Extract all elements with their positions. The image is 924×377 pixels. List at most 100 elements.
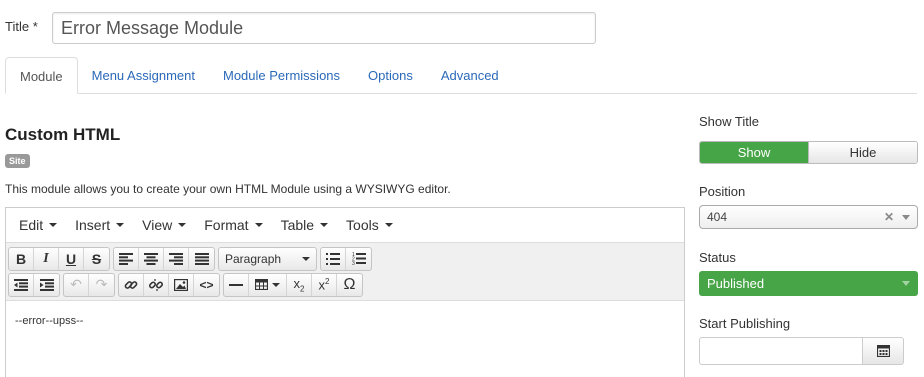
table-button[interactable] [249,273,287,296]
status-select[interactable]: Published [699,271,918,296]
editor-menubar: Edit Insert View Format Table Tools [6,208,684,243]
align-left-icon [119,252,133,265]
chevron-down-icon [384,223,393,227]
svg-text:3: 3 [352,261,355,265]
chevron-down-icon [320,223,329,227]
toolbar-row-1: B I U S Paragraph 1 2 3 [8,246,682,271]
undo-button[interactable]: ↶ [64,273,89,296]
strikethrough-icon: S [91,250,102,267]
strikethrough-button[interactable]: S [84,248,109,270]
chevron-down-icon [49,223,58,227]
unlink-button[interactable] [144,273,169,296]
tab-module[interactable]: Module [5,57,78,94]
code-icon: <> [199,277,214,292]
source-code-button[interactable]: <> [194,274,219,296]
status-value: Published [707,276,765,291]
redo-button[interactable]: ↷ [89,274,114,296]
special-character-button[interactable]: Ω [337,274,362,296]
insert-image-button[interactable] [169,273,194,296]
list-group: 123 [320,246,372,271]
tab-bar: Module Menu Assignment Module Permission… [5,57,917,94]
position-label: Position [699,184,746,199]
menu-edit[interactable]: Edit [10,217,66,233]
position-select[interactable]: 404 ✕ [699,205,918,229]
menu-view-label: View [142,217,173,233]
title-input[interactable] [52,12,596,44]
menu-table-label: Table [280,217,315,233]
align-center-icon [144,252,158,265]
undo-icon: ↶ [70,276,82,292]
title-row: Title * [5,12,596,44]
bold-icon: B [15,250,27,267]
chevron-down-icon [902,281,910,286]
redo-icon: ↷ [95,276,108,292]
align-justify-button[interactable] [189,248,214,270]
format-select[interactable]: Paragraph [218,246,317,271]
align-right-button[interactable] [164,247,189,270]
align-center-button[interactable] [139,247,164,270]
tab-menu-assignment[interactable]: Menu Assignment [78,57,209,94]
align-left-button[interactable] [114,247,139,270]
indent-icon [39,278,54,291]
horizontal-rule-icon [229,283,243,286]
numbered-list-button[interactable]: 123 [346,248,371,270]
module-heading: Custom HTML [5,125,121,144]
show-title-show-button[interactable]: Show [700,142,808,163]
format-select-inner: Paragraph [219,248,316,270]
align-justify-icon [194,252,209,265]
horizontal-rule-button[interactable] [224,273,249,296]
table-group: x2 x2 Ω [223,272,363,297]
text-style-group: B I U S [8,246,110,271]
calendar-icon [876,345,890,357]
underline-icon: U [65,250,77,267]
insert-link-button[interactable] [119,273,144,296]
chevron-down-icon [178,223,187,227]
start-publishing-label: Start Publishing [699,316,791,331]
insert-group: <> [118,272,220,297]
chevron-down-icon [302,256,310,261]
position-select-icons: ✕ [884,210,910,224]
show-title-toggle: Show Hide [699,141,918,164]
outdent-button[interactable] [9,273,34,296]
menu-insert-label: Insert [75,217,111,233]
position-value: 404 [707,210,728,224]
chevron-down-icon [254,223,263,227]
tab-advanced[interactable]: Advanced [427,57,513,94]
toolbar-row-2: ↶ ↷ <> x2 x2 Ω [8,272,682,297]
italic-icon: I [43,250,49,266]
indent-button[interactable] [34,274,59,296]
show-title-label: Show Title [699,114,759,129]
menu-table[interactable]: Table [272,217,337,233]
clear-icon[interactable]: ✕ [884,210,894,224]
link-icon [124,280,138,289]
underline-button[interactable]: U [59,247,84,270]
menu-format[interactable]: Format [195,217,271,233]
tab-options[interactable]: Options [354,57,427,94]
image-icon [174,278,188,291]
format-select-value: Paragraph [225,251,282,266]
status-label: Status [699,250,736,265]
table-icon [255,279,268,290]
align-right-icon [169,252,183,265]
calendar-button[interactable] [863,337,904,365]
superscript-button[interactable]: x2 [312,273,337,296]
menu-tools[interactable]: Tools [337,217,402,233]
tab-module-permissions[interactable]: Module Permissions [209,57,354,94]
start-publishing-input[interactable] [699,337,863,365]
subscript-button[interactable]: x2 [287,273,312,296]
editor-content[interactable]: --error--upss-- [6,301,684,341]
wysiwyg-editor: Edit Insert View Format Table Tools B I … [5,207,685,377]
numbered-list-icon: 123 [352,252,366,265]
superscript-icon: x2 [318,276,330,293]
menu-insert[interactable]: Insert [66,217,133,233]
menu-tools-label: Tools [346,217,379,233]
menu-view[interactable]: View [133,217,195,233]
module-description: This module allows you to create your ow… [5,182,451,196]
outdent-icon [14,278,28,291]
title-label: Title * [5,19,38,34]
chevron-down-icon [902,214,910,220]
show-title-hide-button[interactable]: Hide [808,142,917,163]
bold-button[interactable]: B [9,247,34,270]
bullet-list-button[interactable] [321,247,346,270]
italic-button[interactable]: I [34,247,59,270]
